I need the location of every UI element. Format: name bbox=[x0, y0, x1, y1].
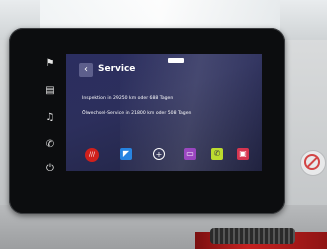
screen-glare bbox=[120, 54, 262, 171]
back-arrow-icon[interactable]: ‹ bbox=[79, 63, 93, 77]
flag-icon[interactable]: ⚑ bbox=[36, 55, 64, 73]
home-icon[interactable]: /// bbox=[85, 148, 99, 162]
air-vent bbox=[210, 228, 295, 244]
background-light bbox=[40, 0, 280, 30]
side-button-column: ⚑ ▤ ♫ ✆ ⏻ bbox=[36, 55, 64, 185]
power-icon[interactable]: ⏻ bbox=[36, 160, 64, 178]
music-note-icon[interactable]: ♫ bbox=[36, 109, 64, 127]
car-settings-icon[interactable]: ▤ bbox=[36, 82, 64, 100]
airbag-off-icon[interactable] bbox=[300, 150, 326, 176]
phone-handset-icon[interactable]: ✆ bbox=[36, 136, 64, 154]
